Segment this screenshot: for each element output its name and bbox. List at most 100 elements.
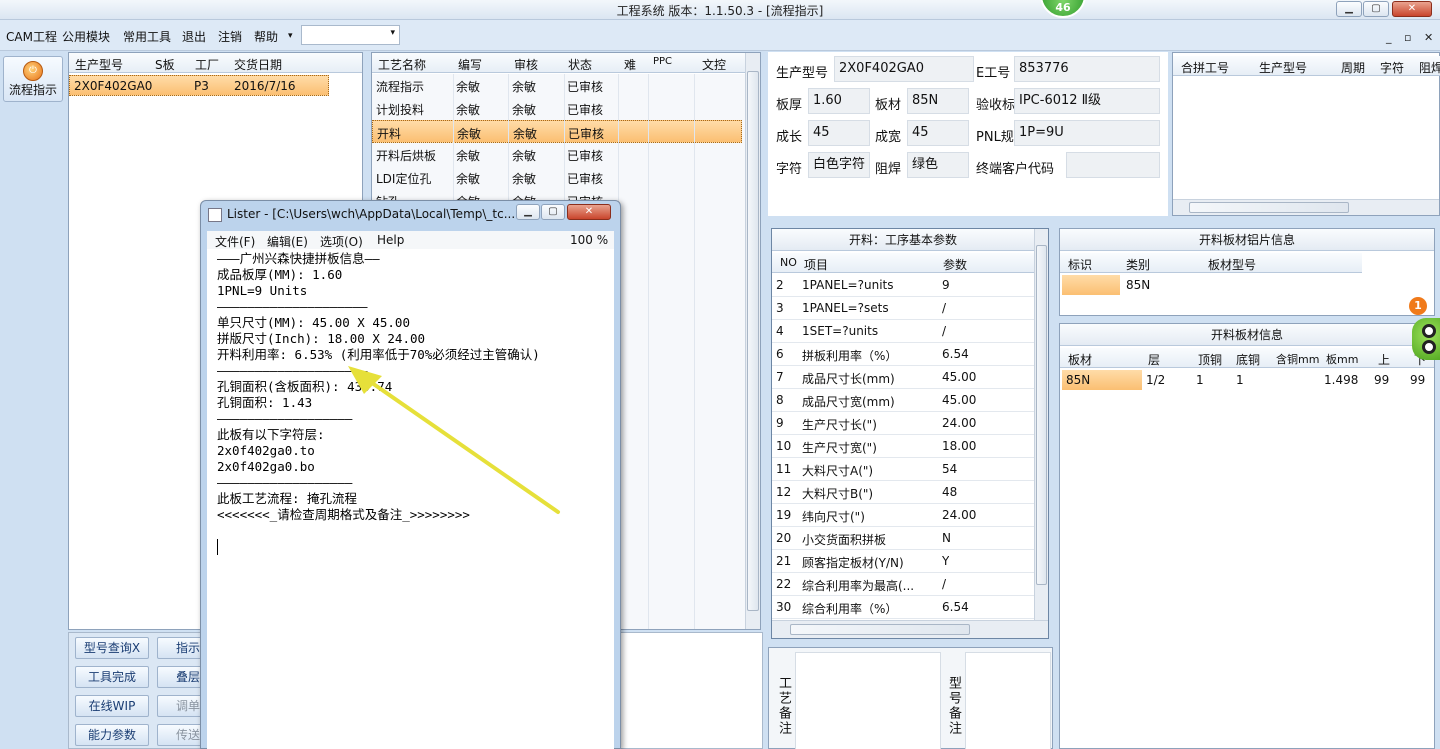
menu-cam[interactable]: CAM工程 (6, 28, 57, 45)
col-merge-cycle[interactable]: 周期 (1341, 59, 1365, 76)
col-board-cu-mm[interactable]: 含铜mm (1276, 351, 1319, 367)
col-process[interactable]: 工艺名称 (378, 56, 426, 73)
capability-button[interactable]: 能力参数 (75, 724, 149, 746)
scrollbar-thumb[interactable] (790, 624, 970, 635)
mdi-restore-button[interactable]: ▫ (1404, 31, 1411, 44)
table-row[interactable]: 2 1PANEL=?units 9 (772, 274, 1034, 297)
col-no[interactable]: NO (780, 256, 797, 269)
col-board-bottom-cu[interactable]: 底铜 (1236, 351, 1260, 368)
col-merge-legend[interactable]: 字符 (1380, 59, 1404, 76)
mascot-icon[interactable] (1412, 318, 1440, 360)
customer-code-field[interactable] (1066, 152, 1160, 178)
col-delivery-date[interactable]: 交货日期 (234, 56, 282, 73)
model-note-field[interactable] (965, 652, 1051, 749)
standard-field[interactable]: IPC-6012 Ⅱ级 (1014, 88, 1160, 114)
width-field[interactable]: 45 (907, 120, 969, 146)
col-board-top-cu[interactable]: 顶铜 (1198, 351, 1222, 368)
table-row[interactable]: 6 拼板利用率（%） 6.54 (772, 343, 1034, 366)
lister-maximize-button[interactable]: ▢ (541, 204, 565, 220)
table-row[interactable]: 20 小交货面积拼板 N (772, 527, 1034, 550)
chevron-down-icon[interactable]: ▾ (288, 31, 293, 41)
col-status[interactable]: 状态 (568, 56, 592, 73)
table-row[interactable]: 22 综合利用率为最高(... / (772, 573, 1034, 596)
table-row[interactable]: 开料 余敏 余敏 已审核 (372, 120, 742, 143)
table-row[interactable]: 9 生产尺寸长(") 24.00 (772, 412, 1034, 435)
col-item[interactable]: 项目 (804, 256, 828, 273)
process-note-field[interactable] (795, 652, 941, 749)
lister-menu-options[interactable]: 选项(O) (320, 233, 363, 250)
toolbar-combo[interactable]: ▾ (301, 25, 400, 45)
tool-done-button[interactable]: 工具完成 (75, 666, 149, 688)
menu-logout[interactable]: 注销 (218, 28, 242, 45)
merge-hscroll[interactable] (1173, 199, 1439, 215)
lister-menu-edit[interactable]: 编辑(E) (267, 233, 308, 250)
scrollbar-thumb[interactable] (1036, 245, 1047, 585)
col-merge-model[interactable]: 生产型号 (1259, 59, 1307, 76)
table-row[interactable]: LDI定位孔 余敏 余敏 已审核 (372, 166, 745, 189)
table-row[interactable]: 7 成品尺寸长(mm) 45.00 (772, 366, 1034, 389)
col-reviewer[interactable]: 审核 (514, 56, 538, 73)
col-foil-id[interactable]: 标识 (1068, 256, 1092, 273)
col-board-material[interactable]: 板材 (1068, 351, 1092, 368)
menu-help[interactable]: 帮助 (254, 28, 278, 45)
table-row[interactable]: 开料后烘板 余敏 余敏 已审核 (372, 143, 745, 166)
table-row[interactable]: 4 1SET=?units / (772, 320, 1034, 343)
table-row[interactable]: 85N 1/2 1 1 1.498 99 99 (1060, 369, 1434, 391)
table-row[interactable]: 85N (1060, 274, 1362, 296)
col-board-layer[interactable]: 层 (1148, 351, 1160, 368)
col-board-up[interactable]: 上 (1378, 351, 1390, 368)
params-vscroll[interactable] (1034, 229, 1048, 620)
table-row[interactable]: 19 纬向尺寸(") 24.00 (772, 504, 1034, 527)
col-foil-type[interactable]: 类别 (1126, 256, 1150, 273)
table-row[interactable]: 2X0F402GA0 P3 2016/7/16 (69, 75, 329, 96)
eno-field[interactable]: 853776 (1014, 56, 1160, 82)
menu-public[interactable]: 公用模块 (62, 28, 110, 45)
close-button[interactable]: ✕ (1392, 1, 1432, 17)
thickness-field[interactable]: 1.60 (808, 88, 870, 114)
col-merge-no[interactable]: 合拼工号 (1181, 59, 1229, 76)
flow-indicator-button[interactable]: ⏻ 流程指示 (3, 56, 63, 102)
col-writer[interactable]: 编写 (458, 56, 482, 73)
col-difficulty[interactable]: 难 (624, 56, 636, 73)
maximize-button[interactable]: ▢ (1363, 1, 1389, 17)
scrollbar-thumb[interactable] (747, 71, 759, 611)
col-merge-mask[interactable]: 阻焊 (1419, 59, 1440, 76)
table-row[interactable]: 流程指示 余敏 余敏 已审核 (372, 74, 745, 97)
col-foil-model[interactable]: 板材型号 (1208, 256, 1256, 273)
legend-field[interactable]: 白色字符 (808, 152, 870, 178)
length-field[interactable]: 45 (808, 120, 870, 146)
col-ppc[interactable]: PPC (653, 56, 672, 67)
col-board-mm[interactable]: 板mm (1326, 351, 1358, 367)
col-doc-control[interactable]: 文控 (702, 56, 726, 73)
params-hscroll[interactable] (772, 620, 1048, 638)
col-param[interactable]: 参数 (943, 256, 967, 273)
lister-close-button[interactable]: ✕ (567, 204, 611, 220)
table-row[interactable]: 3 1PANEL=?sets / (772, 297, 1034, 320)
mdi-minimize-button[interactable]: _ (1386, 31, 1392, 44)
scrollbar-thumb[interactable] (1189, 202, 1349, 213)
soldermask-field[interactable]: 绿色 (907, 152, 969, 178)
menu-exit[interactable]: 退出 (182, 28, 206, 45)
lister-menu-file[interactable]: 文件(F) (215, 233, 255, 250)
notification-badge[interactable]: 1 (1409, 297, 1427, 315)
model-field[interactable]: 2X0F402GA0 (834, 56, 974, 82)
minimize-button[interactable]: ▁ (1336, 1, 1362, 17)
table-row[interactable]: 30 综合利用率（%） 6.54 (772, 596, 1034, 619)
lister-menu-help[interactable]: Help (377, 233, 404, 247)
col-factory[interactable]: 工厂 (195, 56, 219, 73)
pnl-field[interactable]: 1P=9U (1014, 120, 1160, 146)
table-row[interactable]: 11 大料尺寸A(") 54 (772, 458, 1034, 481)
process-scrollbar[interactable] (745, 53, 760, 629)
table-row[interactable]: 8 成品尺寸宽(mm) 45.00 (772, 389, 1034, 412)
table-row[interactable]: 12 大料尺寸B(") 48 (772, 481, 1034, 504)
table-row[interactable]: 10 生产尺寸宽(") 18.00 (772, 435, 1034, 458)
col-s-board[interactable]: S板 (155, 56, 175, 73)
lister-minimize-button[interactable]: ▁ (516, 204, 540, 220)
table-row[interactable]: 21 顾客指定板材(Y/N) Y (772, 550, 1034, 573)
online-wip-button[interactable]: 在线WIP (75, 695, 149, 717)
table-row[interactable]: 计划投料 余敏 余敏 已审核 (372, 97, 745, 120)
material-field[interactable]: 85N (907, 88, 969, 114)
col-model[interactable]: 生产型号 (75, 56, 123, 73)
menu-tools[interactable]: 常用工具 (123, 28, 171, 45)
mdi-close-button[interactable]: ✕ (1424, 31, 1433, 44)
